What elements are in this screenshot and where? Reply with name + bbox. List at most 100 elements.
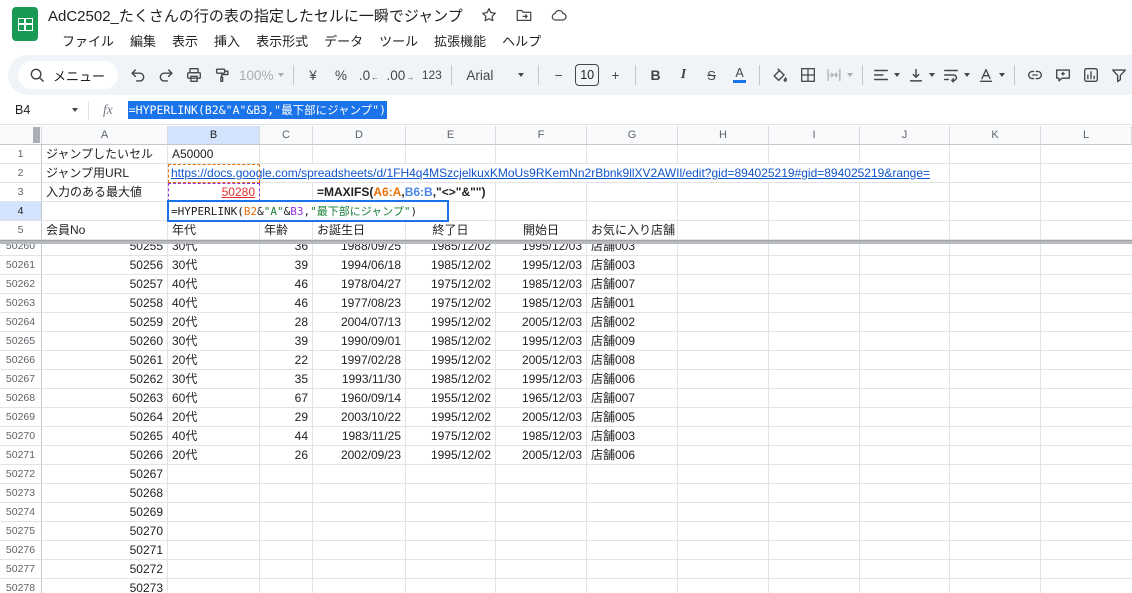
- row-header[interactable]: 50267: [0, 370, 42, 389]
- cell[interactable]: 50273: [42, 579, 168, 593]
- cell[interactable]: 1965/12/03: [496, 389, 587, 408]
- cell[interactable]: [1041, 389, 1132, 408]
- cell[interactable]: [496, 560, 587, 579]
- cell[interactable]: 50260: [42, 332, 168, 351]
- cell[interactable]: 1960/09/14: [313, 389, 406, 408]
- cell[interactable]: お気に入り店舗: [587, 221, 678, 240]
- cell[interactable]: [950, 164, 1041, 183]
- cell[interactable]: [950, 446, 1041, 465]
- cell[interactable]: [678, 484, 769, 503]
- cell[interactable]: [860, 183, 950, 202]
- cell[interactable]: [860, 351, 950, 370]
- column-header[interactable]: I: [769, 126, 860, 145]
- cell[interactable]: [950, 370, 1041, 389]
- move-folder-icon[interactable]: [515, 6, 533, 24]
- cell[interactable]: 1985/12/02: [406, 370, 496, 389]
- row-header[interactable]: 50260: [0, 244, 42, 256]
- cell[interactable]: 30代: [168, 244, 260, 256]
- cell[interactable]: 1997/02/28: [313, 351, 406, 370]
- cell[interactable]: [406, 145, 496, 164]
- cell[interactable]: お誕生日: [313, 221, 406, 240]
- cell[interactable]: [678, 579, 769, 593]
- cell[interactable]: 店舗006: [587, 446, 678, 465]
- cell[interactable]: [860, 145, 950, 164]
- row-header[interactable]: 50268: [0, 389, 42, 408]
- cell[interactable]: ジャンプ用URL: [42, 164, 168, 183]
- cell[interactable]: [1041, 244, 1132, 256]
- row-header[interactable]: 4: [0, 202, 42, 221]
- menu-item[interactable]: 編集: [122, 29, 164, 52]
- cell[interactable]: 1995/12/03: [496, 370, 587, 389]
- cell[interactable]: 50270: [42, 522, 168, 541]
- cell[interactable]: [678, 183, 769, 202]
- cell[interactable]: 30代: [168, 370, 260, 389]
- cell[interactable]: [950, 541, 1041, 560]
- row-header[interactable]: 50265: [0, 332, 42, 351]
- menu-item[interactable]: 表示: [164, 29, 206, 52]
- cell[interactable]: [860, 332, 950, 351]
- row-header[interactable]: 50270: [0, 427, 42, 446]
- cell[interactable]: 1995/12/02: [406, 446, 496, 465]
- cell[interactable]: 1985/12/03: [496, 427, 587, 446]
- menu-item[interactable]: 挿入: [206, 29, 248, 52]
- cell[interactable]: 39: [260, 256, 313, 275]
- cell[interactable]: [496, 541, 587, 560]
- cell[interactable]: [769, 275, 860, 294]
- cell[interactable]: [678, 256, 769, 275]
- column-header[interactable]: F: [496, 126, 587, 145]
- cell[interactable]: [260, 560, 313, 579]
- text-wrap-button[interactable]: [939, 61, 973, 89]
- cell[interactable]: [678, 560, 769, 579]
- cell[interactable]: [769, 351, 860, 370]
- vertical-align-button[interactable]: [904, 61, 938, 89]
- borders-button[interactable]: [794, 61, 821, 89]
- column-header[interactable]: G: [587, 126, 678, 145]
- cell[interactable]: [313, 579, 406, 593]
- cell[interactable]: 50264: [42, 408, 168, 427]
- cell[interactable]: [168, 503, 260, 522]
- cell[interactable]: [496, 522, 587, 541]
- cell[interactable]: [860, 427, 950, 446]
- cell[interactable]: [260, 145, 313, 164]
- cell[interactable]: [950, 202, 1041, 221]
- cell[interactable]: 会員No: [42, 221, 168, 240]
- fill-color-button[interactable]: [766, 61, 793, 89]
- font-family-select[interactable]: Arial: [458, 61, 532, 89]
- sheets-logo-icon[interactable]: [12, 7, 38, 41]
- cell[interactable]: 39: [260, 332, 313, 351]
- row-header[interactable]: 50272: [0, 465, 42, 484]
- cell[interactable]: [769, 145, 860, 164]
- menu-item[interactable]: 拡張機能: [426, 29, 494, 52]
- column-header[interactable]: K: [950, 126, 1041, 145]
- cell[interactable]: [769, 244, 860, 256]
- cell[interactable]: [678, 351, 769, 370]
- cell[interactable]: [769, 579, 860, 593]
- cell[interactable]: 1995/12/02: [406, 408, 496, 427]
- cell[interactable]: [1041, 294, 1132, 313]
- cell[interactable]: [678, 202, 769, 221]
- cell[interactable]: [678, 294, 769, 313]
- cell[interactable]: 1955/12/02: [406, 389, 496, 408]
- cell[interactable]: [587, 579, 678, 593]
- cell[interactable]: [496, 503, 587, 522]
- cell[interactable]: [260, 522, 313, 541]
- row-header[interactable]: 50276: [0, 541, 42, 560]
- cell[interactable]: 29: [260, 408, 313, 427]
- cell[interactable]: 2003/10/22: [313, 408, 406, 427]
- cell[interactable]: [950, 256, 1041, 275]
- cell[interactable]: [313, 465, 406, 484]
- cell[interactable]: [587, 465, 678, 484]
- cell[interactable]: 46: [260, 294, 313, 313]
- cell[interactable]: [860, 313, 950, 332]
- cell[interactable]: [769, 522, 860, 541]
- cell[interactable]: 店舗009: [587, 332, 678, 351]
- insert-comment-button[interactable]: [1049, 61, 1076, 89]
- cell[interactable]: [496, 484, 587, 503]
- italic-button[interactable]: I: [670, 61, 697, 89]
- cell[interactable]: [587, 503, 678, 522]
- cell[interactable]: [860, 294, 950, 313]
- cell[interactable]: 50268: [42, 484, 168, 503]
- cell[interactable]: [678, 427, 769, 446]
- cell[interactable]: 店舗008: [587, 351, 678, 370]
- cell[interactable]: 46: [260, 275, 313, 294]
